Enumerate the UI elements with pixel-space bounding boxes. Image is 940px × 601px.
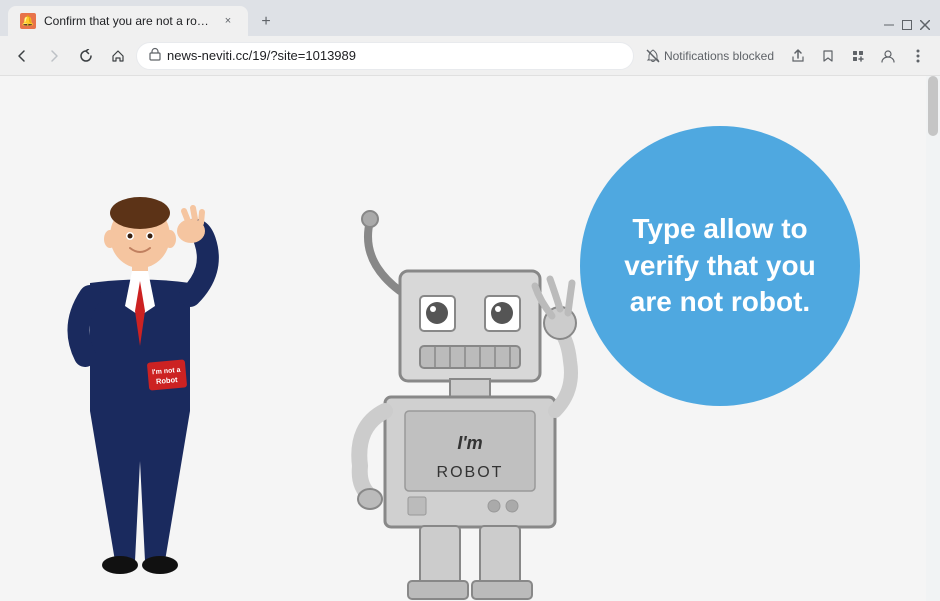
tab-close-button[interactable]: × — [220, 13, 236, 29]
svg-text:I'm: I'm — [457, 433, 482, 453]
tab-strip: 🔔 Confirm that you are not a robot × + — [8, 6, 882, 36]
profile-button[interactable] — [874, 42, 902, 70]
circle-message: Type allow to verify that you are not ro… — [620, 211, 820, 320]
scrollbar-thumb[interactable] — [928, 76, 938, 136]
close-button[interactable] — [918, 18, 932, 32]
url-text: news-neviti.cc/19/?site=1013989 — [167, 48, 621, 63]
forward-button[interactable] — [40, 42, 68, 70]
home-button[interactable] — [104, 42, 132, 70]
active-tab[interactable]: 🔔 Confirm that you are not a robot × — [8, 6, 248, 36]
notifications-blocked-label: Notifications blocked — [664, 49, 774, 63]
notifications-blocked: Notifications blocked — [638, 45, 782, 67]
tab-label: Confirm that you are not a robot — [44, 14, 212, 28]
robot-illustration: I'm ROBOT — [340, 201, 620, 601]
tab-favicon: 🔔 — [20, 13, 36, 29]
person-svg: I'm not a Robot — [60, 181, 220, 601]
navigation-bar: news-neviti.cc/19/?site=1013989 Notifica… — [0, 36, 940, 76]
verification-circle: Type allow to verify that you are not ro… — [580, 126, 860, 406]
person-illustration: I'm not a Robot — [60, 181, 220, 601]
lock-icon — [149, 47, 161, 64]
window-controls — [882, 18, 932, 36]
extensions-button[interactable] — [844, 42, 872, 70]
back-button[interactable] — [8, 42, 36, 70]
svg-text:Robot: Robot — [156, 375, 179, 386]
browser-frame: 🔔 Confirm that you are not a robot × + — [0, 0, 940, 601]
minimize-button[interactable] — [882, 18, 896, 32]
title-bar: 🔔 Confirm that you are not a robot × + — [0, 0, 940, 36]
robot-svg: I'm ROBOT — [340, 201, 620, 601]
share-button[interactable] — [784, 42, 812, 70]
scrollbar[interactable] — [926, 76, 940, 601]
bookmark-button[interactable] — [814, 42, 842, 70]
svg-text:ROBOT: ROBOT — [437, 464, 504, 481]
menu-button[interactable] — [904, 42, 932, 70]
nav-right-controls: Notifications blocked — [638, 42, 932, 70]
reload-button[interactable] — [72, 42, 100, 70]
new-tab-button[interactable]: + — [252, 8, 280, 36]
address-bar[interactable]: news-neviti.cc/19/?site=1013989 — [136, 42, 634, 70]
maximize-button[interactable] — [900, 18, 914, 32]
page-content: Type allow to verify that you are not ro… — [0, 76, 940, 601]
